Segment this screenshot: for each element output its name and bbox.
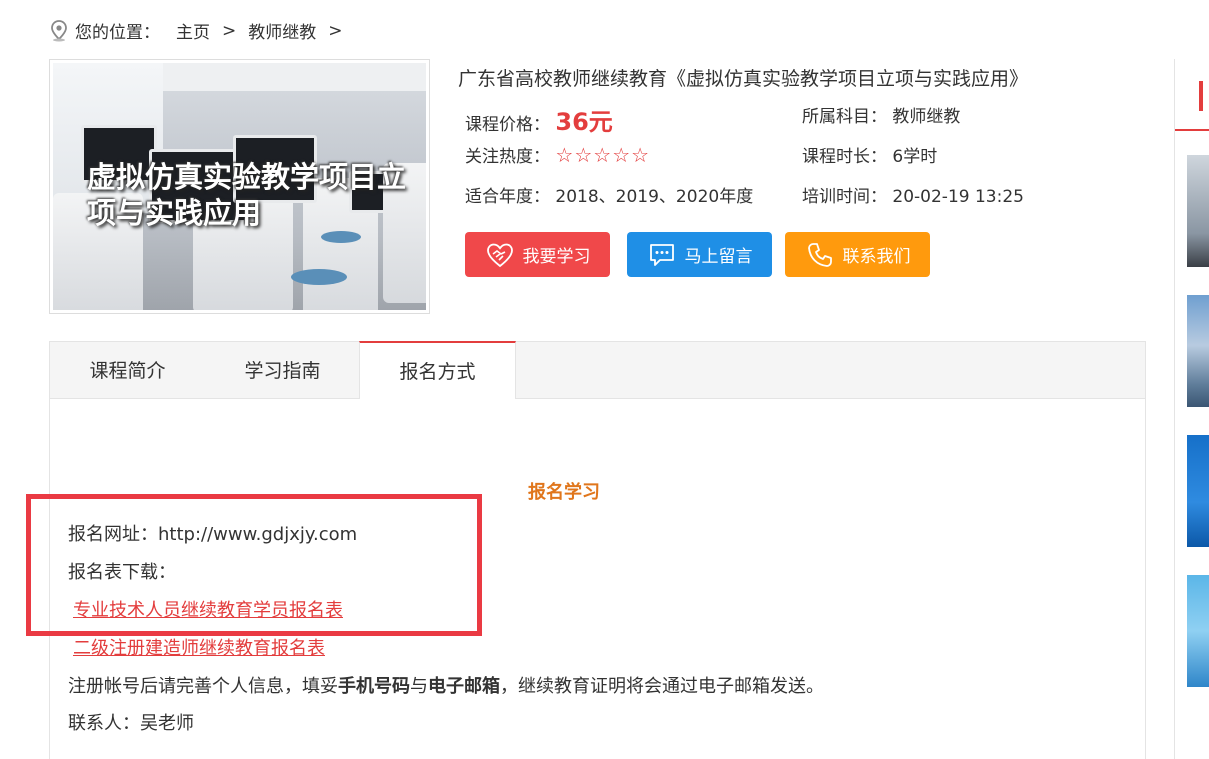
phone-icon	[805, 240, 835, 270]
sidebar-header-accent	[1199, 81, 1203, 111]
subject-row: 所属科目： 教师继教	[802, 102, 960, 127]
heat-row: 关注热度： ☆☆☆☆☆	[465, 142, 650, 167]
course-thumbnail-image: 虚拟仿真实验教学项目立 项与实践应用	[53, 63, 426, 310]
breadcrumb-separator: >	[328, 20, 343, 41]
contact-button[interactable]: 联系我们	[785, 232, 930, 277]
thumbnail-caption-line-2: 项与实践应用	[87, 196, 262, 230]
note-phone: 手机号码	[338, 676, 410, 697]
year-row: 适合年度： 2018、2019、2020年度	[465, 182, 753, 207]
learn-button[interactable]: 我要学习	[465, 232, 610, 277]
price-label: 课程价格：	[465, 115, 550, 135]
sidebar-thumbnail[interactable]	[1187, 155, 1209, 267]
contact-button-label: 联系我们	[842, 247, 911, 267]
price-row: 课程价格： 36元	[465, 102, 613, 137]
breadcrumb-category-link[interactable]: 教师继教	[248, 18, 316, 43]
note-email: 电子邮箱	[428, 676, 500, 697]
hours-row: 课程时长： 6学时	[802, 142, 937, 167]
note-prefix: 注册帐号后请完善个人信息，填妥	[68, 676, 338, 697]
time-row: 培训时间： 20-02-19 13:25	[802, 182, 1024, 207]
chat-bubble-icon	[647, 240, 677, 270]
right-sidebar	[1174, 59, 1209, 759]
course-title: 广东省高校教师继续教育《虚拟仿真实验教学项目立项与实践应用》	[458, 68, 1029, 90]
location-pin-icon	[49, 19, 69, 42]
tab-signup-method[interactable]: 报名方式	[359, 341, 516, 399]
section-title: 报名学习	[528, 482, 600, 503]
hours-label: 课程时长：	[802, 147, 887, 167]
contact-person-label: 联系人：	[68, 713, 140, 734]
tab-course-intro[interactable]: 课程简介	[50, 342, 205, 400]
registration-note: 注册帐号后请完善个人信息，填妥手机号码与电子邮箱，继续教育证明将会通过电子邮箱发…	[68, 672, 824, 698]
rating-stars-icon: ☆☆☆☆☆	[555, 143, 651, 167]
breadcrumb-home-link[interactable]: 主页	[176, 18, 210, 43]
breadcrumb: 您的位置： 主页 > 教师继教 >	[49, 18, 355, 43]
breadcrumb-separator: >	[222, 20, 237, 41]
form-link-constructor[interactable]: 二级注册建造师继续教育报名表	[73, 634, 325, 660]
hours-value: 6学时	[892, 147, 938, 167]
course-thumbnail[interactable]: 虚拟仿真实验教学项目立 项与实践应用	[49, 59, 430, 314]
handshake-heart-icon	[485, 240, 515, 270]
message-button[interactable]: 马上留言	[627, 232, 772, 277]
thumbnail-caption: 虚拟仿真实验教学项目立 项与实践应用	[87, 159, 406, 231]
highlight-annotation-box	[26, 494, 482, 636]
tab-study-guide[interactable]: 学习指南	[205, 342, 360, 400]
subject-value: 教师继教	[892, 107, 961, 127]
sidebar-header	[1175, 59, 1209, 131]
time-value: 20-02-19 13:25	[892, 187, 1024, 207]
sidebar-thumbnail[interactable]	[1187, 435, 1209, 547]
year-value: 2018、2019、2020年度	[555, 187, 754, 207]
form-link-constructor-label[interactable]: 二级注册建造师继续教育报名表	[73, 638, 325, 659]
heat-label: 关注热度：	[465, 147, 550, 167]
message-button-label: 马上留言	[684, 247, 753, 267]
note-mid: 与	[410, 676, 428, 697]
note-suffix: ，继续教育证明将会通过电子邮箱发送。	[500, 676, 824, 697]
tab-bar: 课程简介 学习指南 报名方式	[49, 341, 1146, 399]
contact-person-value: 吴老师	[140, 713, 194, 734]
time-label: 培训时间：	[802, 187, 887, 207]
thumbnail-caption-line-1: 虚拟仿真实验教学项目立	[87, 160, 407, 194]
price-value: 36元	[555, 108, 613, 136]
sidebar-thumbnail[interactable]	[1187, 575, 1209, 687]
breadcrumb-label: 您的位置：	[75, 23, 160, 43]
subject-label: 所属科目：	[802, 107, 887, 127]
contact-person-row: 联系人：吴老师	[68, 709, 194, 735]
sidebar-thumbnail[interactable]	[1187, 295, 1209, 407]
learn-button-label: 我要学习	[522, 247, 591, 267]
year-label: 适合年度：	[465, 187, 550, 207]
